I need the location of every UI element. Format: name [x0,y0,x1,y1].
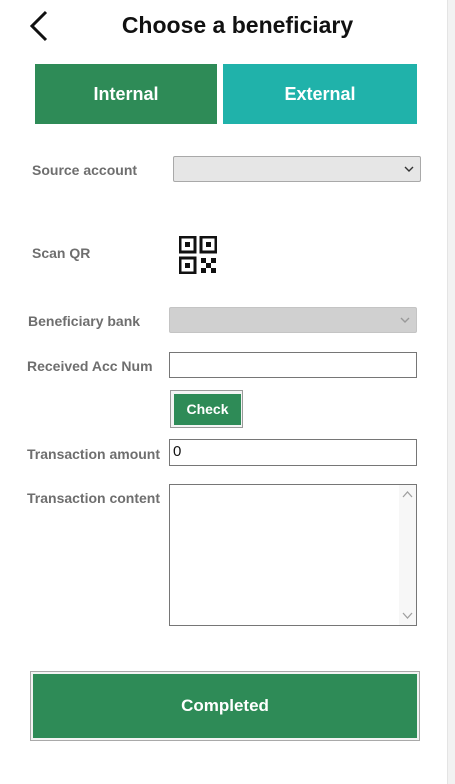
chevron-down-icon[interactable] [402,612,413,620]
textarea-scrollbar[interactable] [399,485,416,625]
tab-external[interactable]: External [223,64,417,124]
chevron-left-icon[interactable] [22,8,58,44]
beneficiary-bank-label: Beneficiary bank [28,313,141,329]
transaction-content-textarea[interactable] [169,484,417,626]
page-title: Choose a beneficiary [121,12,354,38]
qr-code-icon[interactable] [178,235,218,275]
transaction-content-label: Transaction content [27,490,161,506]
check-button[interactable]: Check [174,394,241,425]
page-scrollbar[interactable] [447,0,455,784]
tab-internal[interactable]: Internal [35,64,217,124]
transaction-amount-input[interactable]: 0 [169,439,417,466]
chevron-up-icon[interactable] [402,490,413,498]
source-account-select[interactable] [173,156,421,182]
source-account-label: Source account [32,162,138,178]
received-acc-num-label: Received Acc Num [27,358,153,374]
chevron-down-icon [404,166,414,172]
beneficiary-bank-select[interactable] [169,307,417,333]
completed-button[interactable]: Completed [33,674,417,738]
chevron-down-icon [400,317,410,323]
received-acc-num-input[interactable] [169,352,417,378]
transaction-amount-label: Transaction amount [27,446,161,462]
scan-qr-label: Scan QR [32,245,91,261]
